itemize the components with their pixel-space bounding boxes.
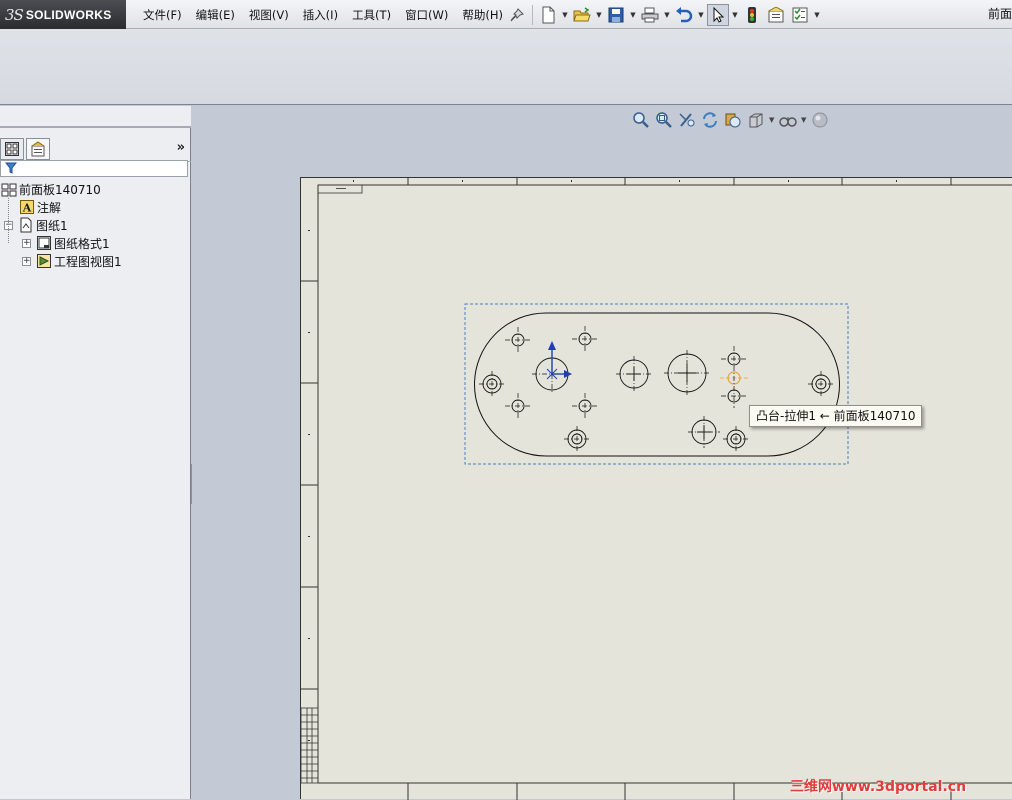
watermark-text: 三维网www.3dportal.cn	[790, 779, 967, 795]
view-orientation-icon[interactable]	[746, 110, 766, 130]
open-folder-icon[interactable]	[571, 4, 593, 26]
property-manager-icon	[31, 141, 45, 157]
view-orientation-dropdown-arrow[interactable]: ▼	[769, 116, 775, 124]
hover-tooltip: 凸台-拉伸1 ← 前面板140710	[749, 405, 923, 427]
select-arrow-icon[interactable]	[707, 4, 729, 26]
document-title: 前面	[987, 7, 1012, 21]
previous-view-icon[interactable]	[677, 110, 697, 130]
hide-show-icon[interactable]	[778, 110, 798, 130]
panel-tab-row: »	[0, 136, 191, 162]
graphics-area[interactable]: ▼ ▼	[192, 106, 1012, 800]
tree-item-drawing-view[interactable]: + 工程图视图1	[0, 252, 191, 270]
rebuild-icon[interactable]	[700, 110, 720, 130]
menu-bar: 文件(F) 编辑(E) 视图(V) 插入(I) 工具(T) 窗口(W) 帮助(H…	[136, 0, 510, 29]
save-icon[interactable]	[605, 4, 627, 26]
tree-connector-line	[8, 198, 9, 243]
standard-toolbar: ▼ ▼ ▼ ▼ ▼ ▼ ▼	[506, 3, 821, 27]
annotation-icon: A	[18, 199, 35, 215]
file-properties-icon[interactable]	[765, 4, 787, 26]
tree-item-label: 注解	[37, 200, 62, 215]
heads-up-view-toolbar: ▼ ▼	[631, 110, 830, 130]
menu-edit[interactable]: 编辑(E)	[189, 4, 242, 26]
menu-view[interactable]: 视图(V)	[242, 4, 296, 26]
solidworks-logo[interactable]: 3S SOLIDWORKS	[0, 0, 126, 29]
menu-file[interactable]: 文件(F)	[136, 4, 189, 26]
drawing-sheet[interactable]	[300, 177, 1012, 800]
options-icon[interactable]	[789, 4, 811, 26]
title-menu-bar: 3S SOLIDWORKS 文件(F) 编辑(E) 视图(V) 插入(I) 工具…	[0, 0, 1012, 29]
logo-text: SOLIDWORKS	[25, 7, 112, 22]
display-style-icon[interactable]	[723, 110, 743, 130]
feature-manager-panel: » 前面板140710 A 注解 − 图纸1 + 图纸格式1 + 工程图视图1	[0, 106, 191, 799]
undo-icon[interactable]	[673, 4, 695, 26]
print-icon[interactable]	[639, 4, 661, 26]
ds-logo-mark: 3S	[5, 5, 24, 24]
tree-item-label: 图纸格式1	[54, 236, 110, 251]
menu-help[interactable]: 帮助(H)	[455, 4, 510, 26]
tree-root-label: 前面板140710	[19, 182, 101, 197]
menu-tools[interactable]: 工具(T)	[345, 4, 398, 26]
tab-property-manager[interactable]	[26, 138, 50, 160]
appearance-icon[interactable]	[810, 110, 830, 130]
select-dropdown-arrow[interactable]: ▼	[731, 4, 739, 26]
tree-item-label: 图纸1	[36, 218, 68, 233]
pushpin-icon[interactable]	[506, 4, 528, 26]
tree-item-sheet-format[interactable]: + 图纸格式1	[0, 234, 191, 252]
tree-filter-input[interactable]	[0, 160, 188, 177]
svg-text:A: A	[21, 202, 31, 215]
new-document-icon[interactable]	[537, 4, 559, 26]
rebuild-traffic-light-icon[interactable]	[741, 4, 763, 26]
expand-node-icon[interactable]: +	[22, 238, 31, 248]
print-dropdown-arrow[interactable]: ▼	[663, 4, 671, 26]
drawing-view-icon	[35, 253, 52, 269]
tree-root[interactable]: 前面板140710	[0, 180, 191, 198]
feature-tree-icon	[5, 142, 19, 156]
undo-dropdown-arrow[interactable]: ▼	[697, 4, 705, 26]
drawing-document-icon	[0, 181, 17, 197]
collapse-panel-chevron-icon[interactable]: »	[177, 140, 185, 155]
tree-item-label: 工程图视图1	[54, 254, 122, 269]
tree-item-annotations[interactable]: A 注解	[0, 198, 191, 216]
zoom-to-area-icon[interactable]	[654, 110, 674, 130]
save-dropdown-arrow[interactable]: ▼	[629, 4, 637, 26]
expand-node-icon[interactable]: +	[22, 256, 31, 266]
zoom-to-fit-icon[interactable]	[631, 110, 651, 130]
open-dropdown-arrow[interactable]: ▼	[595, 4, 603, 26]
hide-show-dropdown-arrow[interactable]: ▼	[801, 116, 807, 124]
sheet-canvas	[301, 178, 1012, 800]
options-dropdown-arrow[interactable]: ▼	[813, 4, 821, 26]
sheet-icon	[17, 217, 34, 233]
feature-tree: 前面板140710 A 注解 − 图纸1 + 图纸格式1 + 工程图视图1	[0, 180, 191, 270]
filter-icon	[5, 162, 17, 174]
panel-header-strip	[0, 106, 191, 128]
new-dropdown-arrow[interactable]: ▼	[561, 4, 569, 26]
tree-item-sheet[interactable]: − 图纸1	[0, 216, 191, 234]
sheet-format-icon	[35, 235, 52, 251]
menu-insert[interactable]: 插入(I)	[296, 4, 345, 26]
toolbar-separator	[532, 5, 533, 25]
command-manager-area	[0, 29, 1012, 105]
tab-feature-manager[interactable]	[0, 138, 24, 160]
menu-window[interactable]: 窗口(W)	[398, 4, 455, 26]
